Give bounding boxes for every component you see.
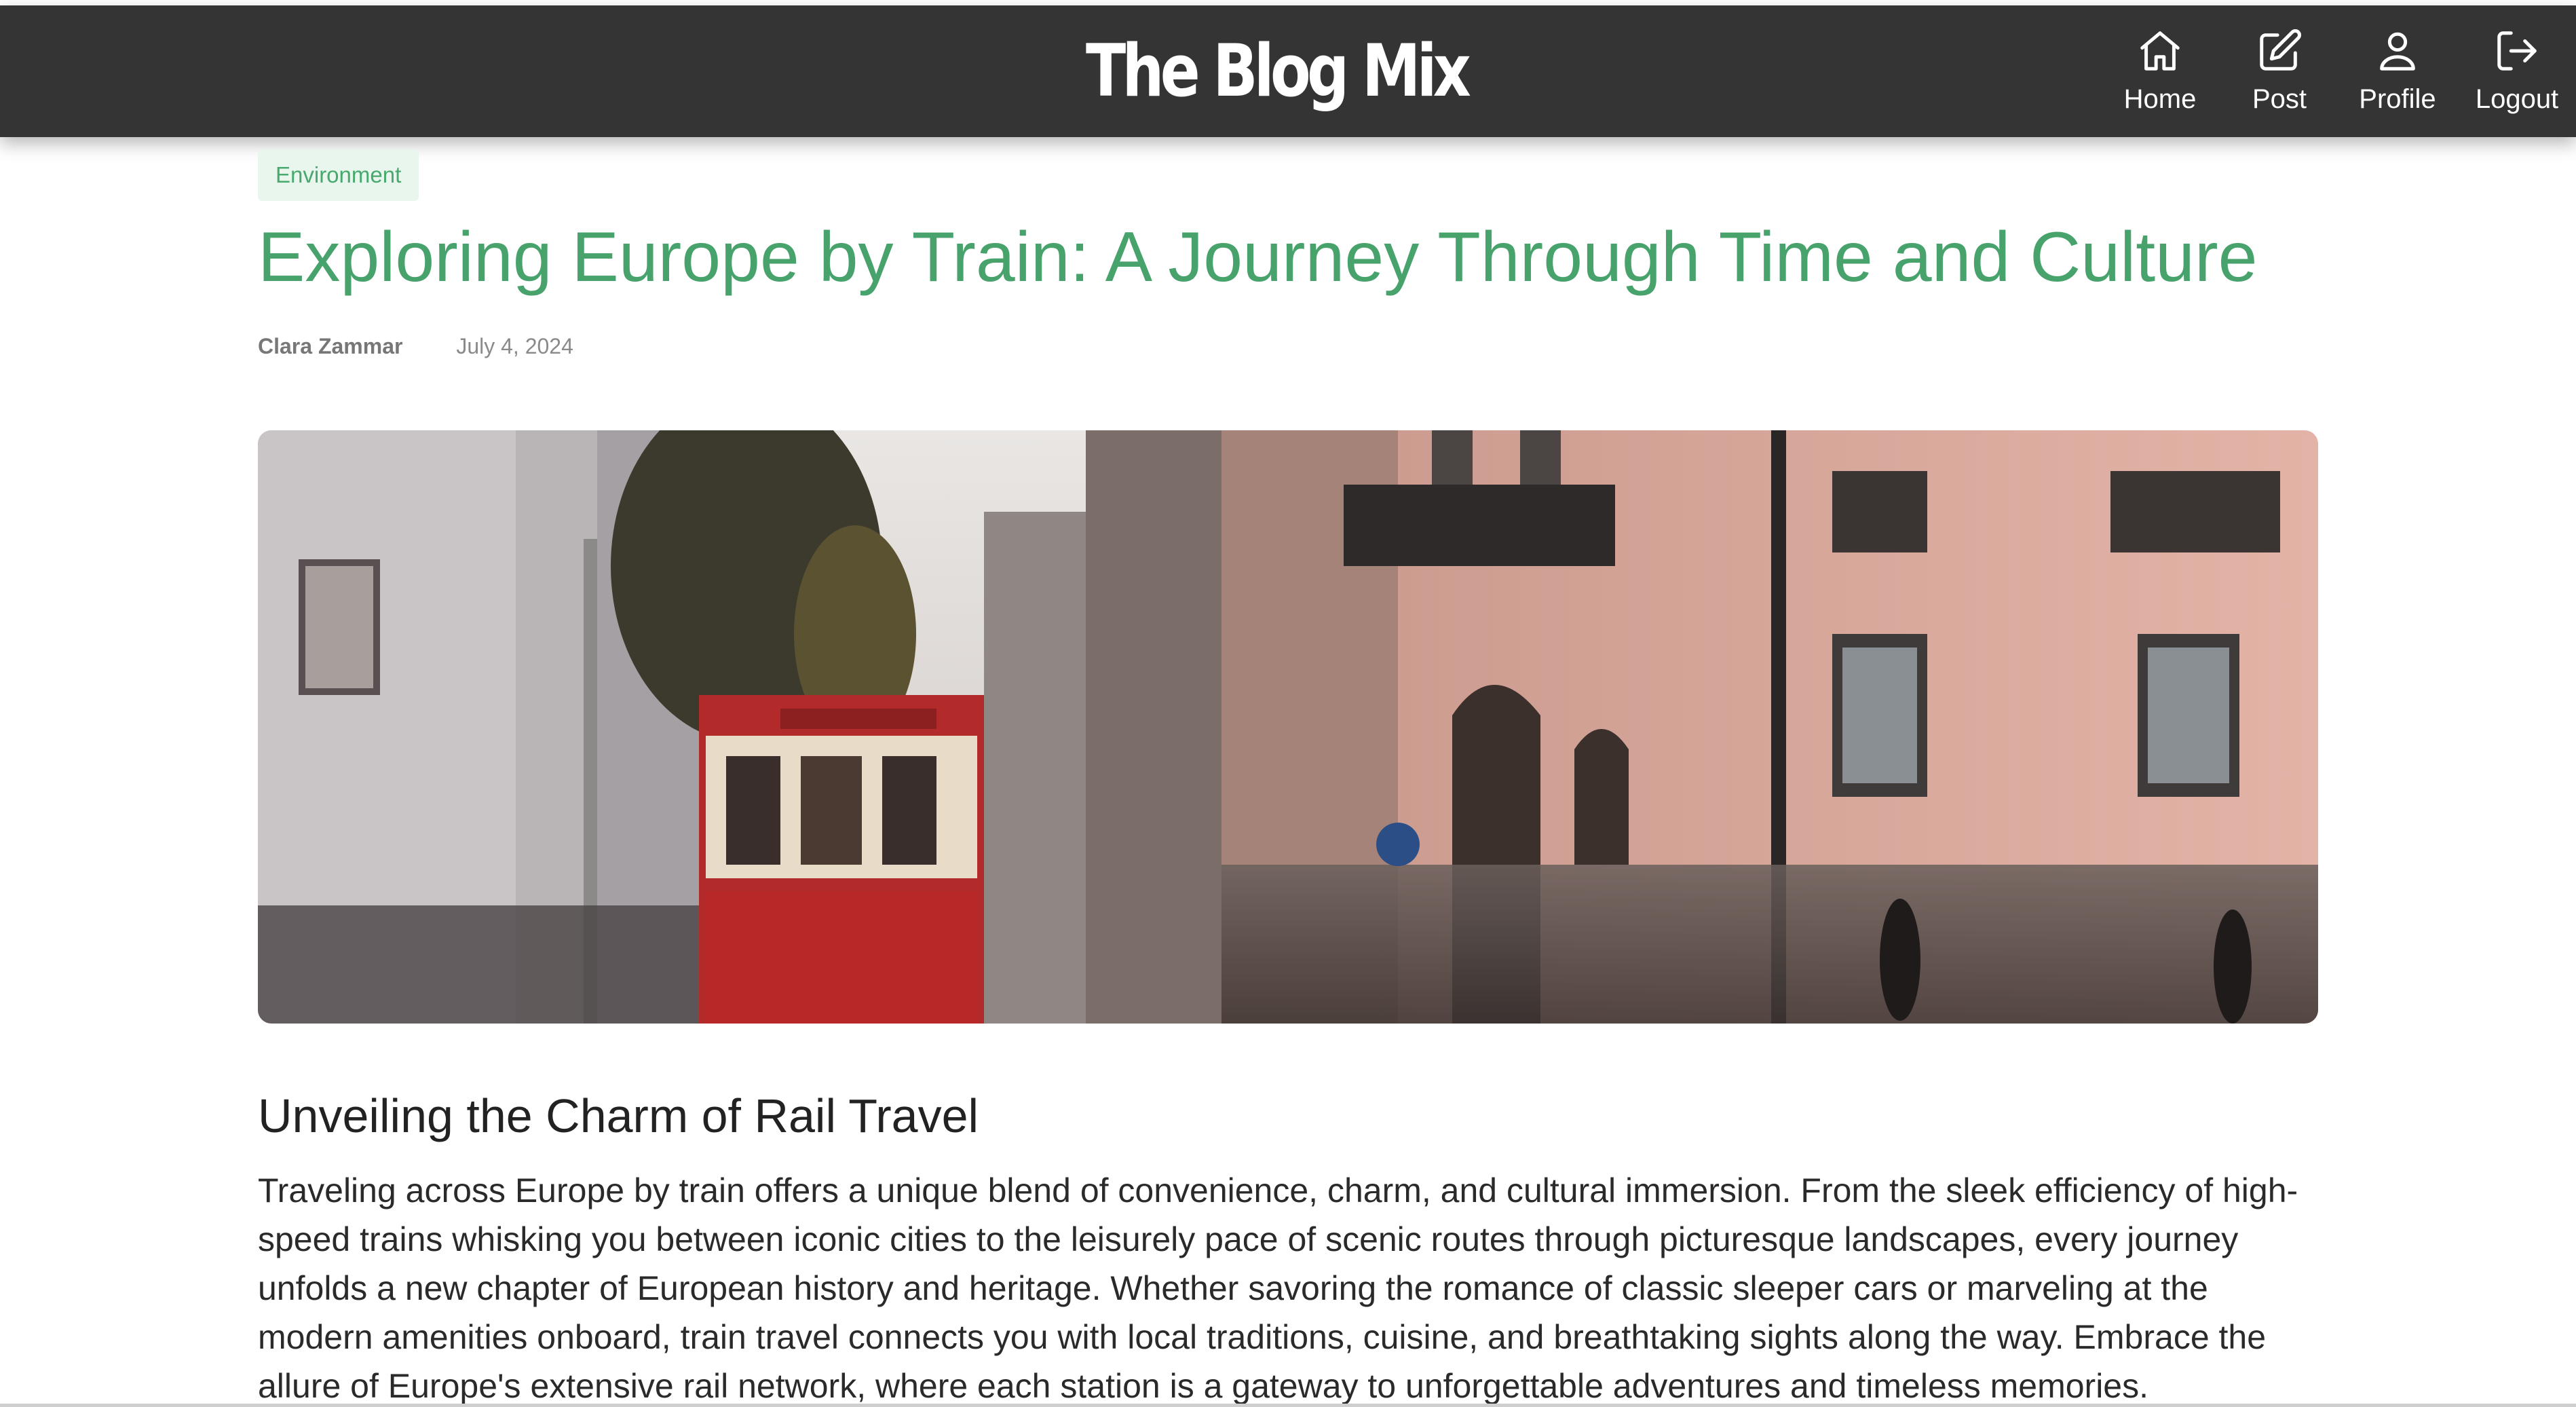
- navbar: The Blog Mix Home Post Profile Logout: [0, 5, 2576, 137]
- nav-profile-button[interactable]: Profile: [2340, 22, 2455, 130]
- page: The Blog Mix Home Post Profile Logout En…: [0, 0, 2576, 1407]
- publish-date: July 4, 2024: [456, 334, 573, 358]
- nav-home-button[interactable]: Home: [2102, 22, 2218, 130]
- nav-post-button[interactable]: Post: [2222, 22, 2337, 130]
- nav-home-label: Home: [2123, 84, 2197, 114]
- author-name: Clara Zammar: [258, 334, 403, 358]
- article-title: Exploring Europe by Train: A Journey Thr…: [258, 218, 2258, 297]
- article-body: Traveling across Europe by train offers …: [258, 1171, 2298, 1405]
- nav-profile-label: Profile: [2359, 84, 2436, 114]
- article-meta: Clara Zammar July 4, 2024: [258, 334, 573, 359]
- section-heading: Unveiling the Charm of Rail Travel: [258, 1089, 979, 1142]
- top-edge: [0, 0, 2576, 5]
- hero-image: [258, 430, 2318, 1024]
- tram-street-photo: [258, 430, 2318, 1024]
- nav-post-label: Post: [2252, 84, 2307, 114]
- user-icon: [2380, 32, 2415, 71]
- home-icon: [2140, 31, 2180, 71]
- edit-icon: [2260, 29, 2301, 71]
- brand-logo[interactable]: The Blog Mix: [1086, 35, 1471, 107]
- bottom-edge: [0, 1404, 2576, 1407]
- nav-logout-label: Logout: [2475, 84, 2559, 114]
- category-tag[interactable]: Environment: [258, 149, 419, 201]
- nav-logout-button[interactable]: Logout: [2459, 22, 2575, 130]
- logout-icon: [2497, 31, 2537, 71]
